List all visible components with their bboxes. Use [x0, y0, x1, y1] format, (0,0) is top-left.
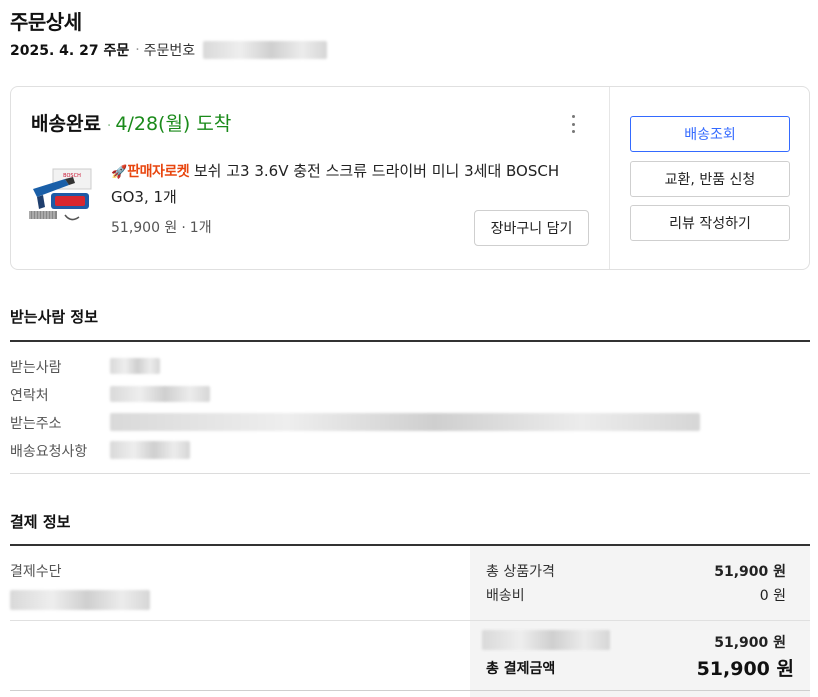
recipient-name-label: 받는사람 [10, 360, 62, 376]
payment-method-amount: 51,900 원 [714, 635, 786, 651]
grand-total-label: 총 결제금액 [486, 661, 556, 677]
phone-label: 연락처 [10, 388, 49, 404]
product-title[interactable]: 🚀판매자로켓 보쉬 고3 3.6V 충전 스크류 드라이버 미니 3세대 BOS… [111, 159, 581, 210]
payment-bottom-divider [10, 690, 810, 691]
track-delivery-button[interactable]: 배송조회 [630, 116, 790, 152]
address-redacted [110, 413, 700, 431]
payment-method-panel: 결제수단 [10, 546, 470, 697]
product-total-label: 총 상품가격 [486, 564, 555, 580]
order-meta: 2025. 4. 27 주문 · 주문번호 [10, 40, 328, 60]
payment-method-redacted [10, 590, 150, 610]
shipping-fee-label: 배송비 [486, 588, 525, 604]
price-separator: · [181, 220, 186, 236]
order-number-label: 주문번호 [143, 43, 196, 59]
product-price-line: 51,900 원 · 1개 [111, 217, 212, 237]
order-number-redacted [203, 41, 328, 59]
product-quantity: 1개 [189, 220, 212, 236]
order-card: 배송완료 · 4/28(월) 도착 BOSCH 🚀판매자로켓 보쉬 고3 3.6… [10, 86, 810, 270]
recipient-divider [10, 340, 810, 342]
payment-row-divider [10, 620, 810, 621]
order-date: 2025. 4. 27 주문 [10, 43, 130, 59]
shipping-fee-value: 0 원 [759, 588, 786, 604]
payment-summary-panel: 총 상품가격 51,900 원 배송비 0 원 51,900 원 총 결제금액 … [470, 546, 810, 697]
payment-method-detail-redacted [482, 630, 610, 650]
order-item-panel: 배송완료 · 4/28(월) 도착 BOSCH 🚀판매자로켓 보쉬 고3 3.6… [11, 87, 609, 269]
product-price: 51,900 원 [111, 220, 178, 236]
product-total-value: 51,900 원 [714, 564, 786, 580]
payment-section-title: 결제 정보 [10, 513, 71, 531]
recipient-section-title: 받는사람 정보 [10, 308, 99, 326]
page-title: 주문상세 [10, 10, 82, 34]
more-vertical-icon[interactable] [563, 113, 583, 135]
delivery-request-redacted [110, 441, 190, 459]
exchange-return-button[interactable]: 교환, 반품 신청 [630, 161, 790, 197]
phone-redacted [110, 386, 210, 402]
seller-rocket-badge: 판매자로켓 [127, 164, 190, 180]
grand-total-value: 51,900 원 [696, 658, 794, 680]
status-label: 배송완료 [31, 113, 101, 135]
arrival-date: 4/28(월) 도착 [115, 113, 232, 135]
recipient-bottom-divider [10, 473, 810, 474]
address-label: 받는주소 [10, 416, 62, 432]
delivery-status: 배송완료 · 4/28(월) 도착 [31, 109, 231, 136]
order-actions-panel: 배송조회 교환, 반품 신청 리뷰 작성하기 [609, 87, 809, 269]
status-separator: · [106, 118, 112, 134]
rocket-icon: 🚀 [111, 165, 128, 180]
product-image[interactable]: BOSCH [25, 167, 95, 227]
write-review-button[interactable]: 리뷰 작성하기 [630, 205, 790, 241]
payment-method-label: 결제수단 [10, 564, 62, 580]
add-to-cart-button[interactable]: 장바구니 담기 [474, 210, 589, 246]
meta-separator: · [135, 42, 140, 58]
recipient-name-redacted [110, 358, 160, 374]
delivery-request-label: 배송요청사항 [10, 444, 88, 460]
